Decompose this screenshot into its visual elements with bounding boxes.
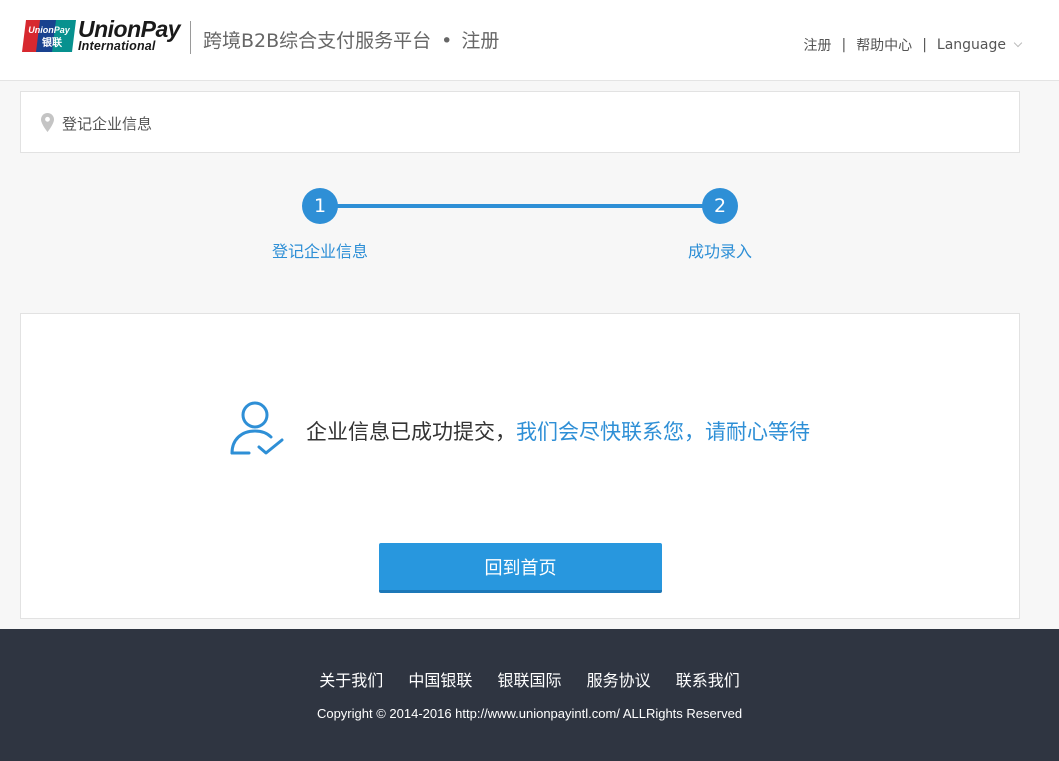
footer-link-china-unionpay[interactable]: 中国银联 <box>408 671 472 690</box>
copyright-text: Copyright © 2014-2016 http://www.unionpa… <box>316 706 743 721</box>
location-pin-icon <box>41 113 54 132</box>
site-footer: 关于我们 中国银联 银联国际 服务协议 联系我们 Copyright © 201… <box>0 629 1059 761</box>
footer-link-about[interactable]: 关于我们 <box>319 671 383 690</box>
progress-steps: 1 2 登记企业信息 成功录入 <box>0 180 1059 270</box>
header-nav: 注册 | 帮助中心 | Language <box>803 35 1023 55</box>
header-divider <box>190 21 191 54</box>
page-title: 跨境B2B综合支付服务平台 • 注册 <box>203 26 499 53</box>
success-message: 企业信息已成功提交，我们会尽快联系您，请耐心等待 <box>306 416 810 446</box>
help-center-link[interactable]: 帮助中心 <box>856 35 912 55</box>
register-link[interactable]: 注册 <box>803 35 831 55</box>
footer-link-unionpay-intl[interactable]: 银联国际 <box>497 671 561 690</box>
unionpay-logo[interactable]: UnionPay 银联 UnionPay International <box>22 18 181 54</box>
title-dot: • <box>441 30 453 52</box>
title-suffix: 注册 <box>461 30 500 52</box>
success-message-part1: 企业信息已成功提交， <box>306 420 516 444</box>
breadcrumb-text: 登记企业信息 <box>62 115 153 133</box>
footer-link-contact[interactable]: 联系我们 <box>676 671 740 690</box>
platform-name: 跨境B2B综合支付服务平台 <box>203 30 432 52</box>
step-2-label: 成功录入 <box>687 242 753 261</box>
nav-separator: | <box>922 37 927 53</box>
result-panel: 企业信息已成功提交，我们会尽快联系您，请耐心等待 回到首页 <box>20 313 1020 619</box>
success-message-part2: 我们会尽快联系您，请耐心等待 <box>516 420 810 444</box>
site-header: UnionPay 银联 UnionPay International 跨境B2B… <box>0 0 1059 81</box>
chevron-down-icon <box>1013 38 1023 48</box>
step-2-circle: 2 <box>702 188 738 224</box>
step-connector <box>320 204 720 208</box>
unionpay-logo-mark: UnionPay 银联 <box>22 20 76 52</box>
logo-mark-text-2: 银联 <box>42 36 62 49</box>
logo-mark-text-1: UnionPay <box>28 25 71 35</box>
breadcrumb: 登记企业信息 <box>20 91 1020 153</box>
language-dropdown[interactable]: Language <box>936 37 1023 53</box>
user-check-icon <box>230 401 284 455</box>
nav-separator: | <box>841 37 847 53</box>
logo-wordmark: UnionPay International <box>78 16 181 53</box>
language-label: Language <box>936 37 1006 53</box>
step-1-circle: 1 <box>302 188 338 224</box>
footer-link-service-agreement[interactable]: 服务协议 <box>587 671 651 690</box>
footer-nav: 关于我们 中国银联 银联国际 服务协议 联系我们 <box>0 667 1059 691</box>
logo-text-unionpay: UnionPay <box>78 16 181 42</box>
step-1-label: 登记企业信息 <box>271 242 369 261</box>
back-home-button[interactable]: 回到首页 <box>379 543 662 593</box>
